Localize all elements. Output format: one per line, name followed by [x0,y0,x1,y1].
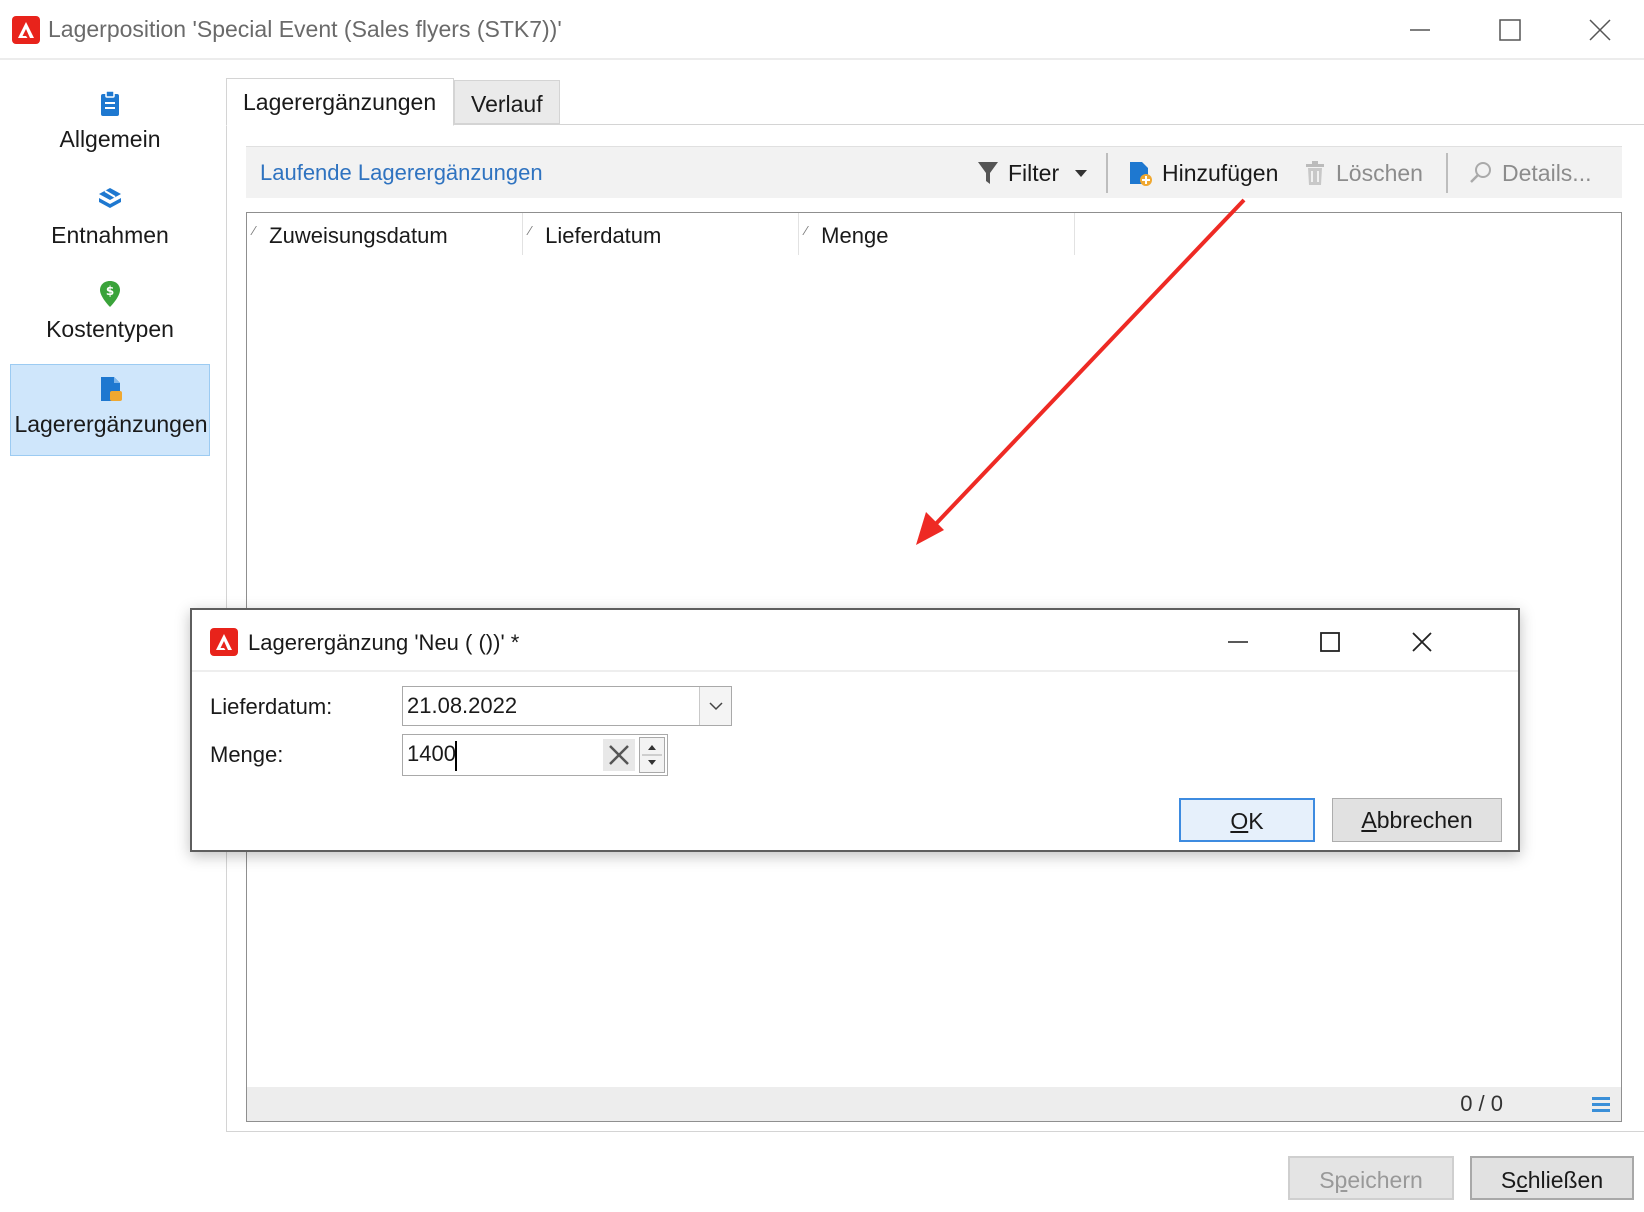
list-title: Laufende Lagerergänzungen [260,160,543,185]
close-window-button[interactable] [1580,10,1620,50]
quantity-value: 1400 [407,741,456,766]
date-dropdown-button[interactable] [699,687,731,725]
delivery-date-label: Lieferdatum: [210,694,333,719]
tab-lagerergaenzungen[interactable]: Lagerergänzungen [226,78,454,126]
list-menu-icon[interactable] [1591,1095,1611,1113]
column-header-menge[interactable]: ⁄ Menge [799,213,1075,255]
delete-label: Löschen [1336,159,1423,186]
toolbar-separator [1446,153,1448,193]
window-title: Lagerposition 'Special Event (Sales flye… [48,16,562,42]
clear-button[interactable] [603,739,635,771]
nav-label: Lagerergänzungen [14,411,208,437]
sort-marker-icon: ⁄ [529,223,532,238]
nav-item-allgemein[interactable]: Allgemein [10,80,210,172]
minimize-button[interactable] [1400,10,1440,50]
adobe-logo-icon [12,16,40,44]
table-footer: 0 / 0 [247,1087,1621,1121]
delivery-date-field[interactable]: 21.08.2022 [402,686,732,726]
nav-item-entnahmen[interactable]: Entnahmen [10,176,210,268]
sort-marker-icon: ⁄ [805,223,808,238]
delivery-date-value: 21.08.2022 [407,693,518,718]
ok-button[interactable]: OK [1179,798,1315,842]
boxes-icon [99,188,121,208]
svg-text:$: $ [106,284,114,298]
filter-button[interactable]: Filter [976,155,1089,191]
details-button[interactable]: Details... [1468,155,1591,191]
spin-arrows-icon [642,745,662,765]
save-button[interactable]: Speichern [1288,1156,1454,1200]
nav-label: Entnahmen [51,222,169,248]
clear-x-icon [609,745,629,765]
tab-verlauf[interactable]: Verlauf [454,80,560,124]
sort-marker-icon: ⁄ [253,223,256,238]
document-add-icon [101,377,122,401]
maximize-button[interactable] [1490,10,1530,50]
dialog-close-button[interactable] [1402,622,1442,662]
filter-icon [978,162,998,184]
record-count: 0 / 0 [1460,1091,1503,1116]
text-cursor [455,741,457,771]
magnifier-icon [1470,162,1491,183]
nav-label: Allgemein [59,126,161,152]
add-document-icon [1130,162,1152,186]
details-label: Details... [1502,159,1592,186]
window-titlebar: Lagerposition 'Special Event (Sales flye… [0,0,1644,60]
add-label: Hinzufügen [1162,159,1279,186]
delete-button[interactable]: Löschen [1302,155,1423,191]
dialog-minimize-button[interactable] [1218,622,1258,662]
cost-pin-icon: $ [100,281,120,307]
toolbar-separator [1106,153,1108,193]
clipboard-icon [101,90,119,116]
chevron-down-icon [1075,170,1088,177]
column-header-zuweisungsdatum[interactable]: ⁄ Zuweisungsdatum [247,213,523,255]
dialog-maximize-button[interactable] [1310,622,1350,662]
dialog-title: Lagerergänzung 'Neu ( ())' * [248,630,520,655]
quantity-stepper[interactable] [639,737,665,773]
list-toolbar: Laufende Lagerergänzungen Filter Hinzufü… [246,146,1622,198]
new-replenishment-dialog: Lagerergänzung 'Neu ( ())' * Lieferdatum… [190,608,1520,852]
quantity-label: Menge: [210,742,284,767]
close-button[interactable]: Schließen [1470,1156,1634,1200]
dialog-titlebar: Lagerergänzung 'Neu ( ())' * [192,610,1518,672]
adobe-logo-icon [210,628,238,656]
trash-icon [1306,161,1324,185]
add-button[interactable]: Hinzufügen [1126,155,1278,191]
nav-label: Kostentypen [46,316,174,342]
cancel-button[interactable]: Abbrechen [1332,798,1502,842]
nav-item-lagerergaenzungen[interactable]: Lagerergänzungen [10,364,210,456]
filter-label: Filter [1008,159,1060,186]
quantity-field[interactable]: 1400 [402,734,668,776]
chevron-down-icon [709,702,723,711]
nav-item-kostentypen[interactable]: $ Kostentypen [10,270,210,362]
column-header-lieferdatum[interactable]: ⁄ Lieferdatum [523,213,799,255]
